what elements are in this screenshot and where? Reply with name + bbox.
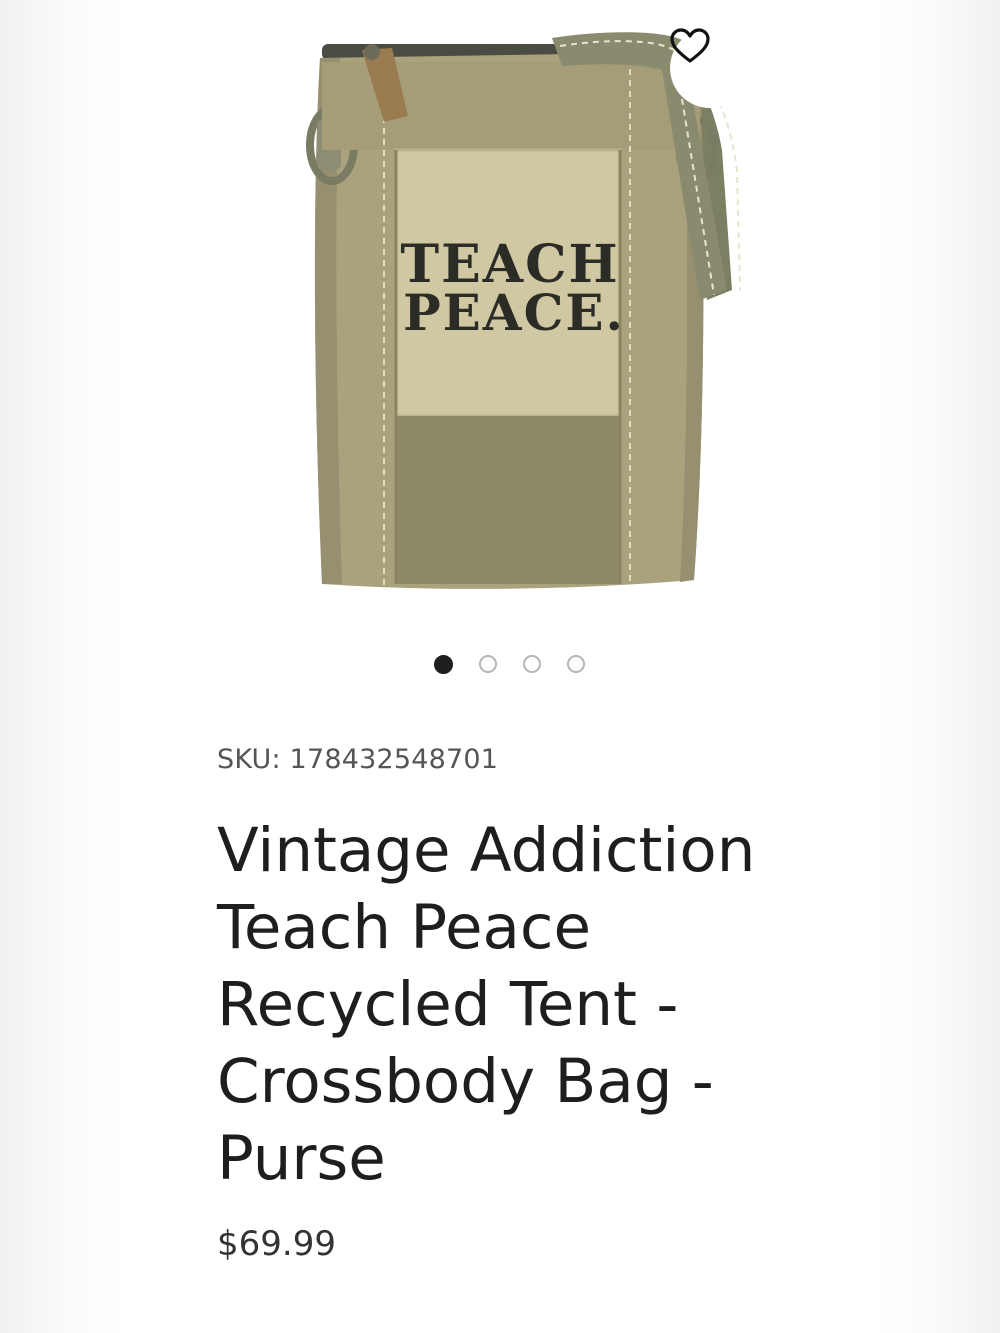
product-page: TEACH PEACE. SKU: 178432548701 Vintage A…: [0, 0, 1000, 1333]
carousel-dot-2[interactable]: [478, 655, 497, 673]
product-price: $69.99: [217, 1224, 336, 1264]
product-image[interactable]: TEACH PEACE.: [122, 0, 878, 630]
bag-print-peace: PEACE.: [403, 283, 625, 342]
product-title: Vintage Addiction Teach Peace Recycled T…: [217, 815, 756, 1194]
product-image-carousel[interactable]: TEACH PEACE.: [122, 0, 878, 630]
product-sku: SKU: 178432548701: [217, 744, 499, 775]
favorite-button[interactable]: [670, 28, 750, 108]
carousel-dot-4[interactable]: [566, 655, 585, 673]
product-card: TEACH PEACE. SKU: 178432548701 Vintage A…: [122, 0, 878, 1333]
carousel-pagination: [122, 652, 878, 676]
carousel-dot-3[interactable]: [522, 655, 541, 673]
carousel-dot-1[interactable]: [433, 654, 453, 674]
heart-outline-icon: [670, 28, 710, 63]
